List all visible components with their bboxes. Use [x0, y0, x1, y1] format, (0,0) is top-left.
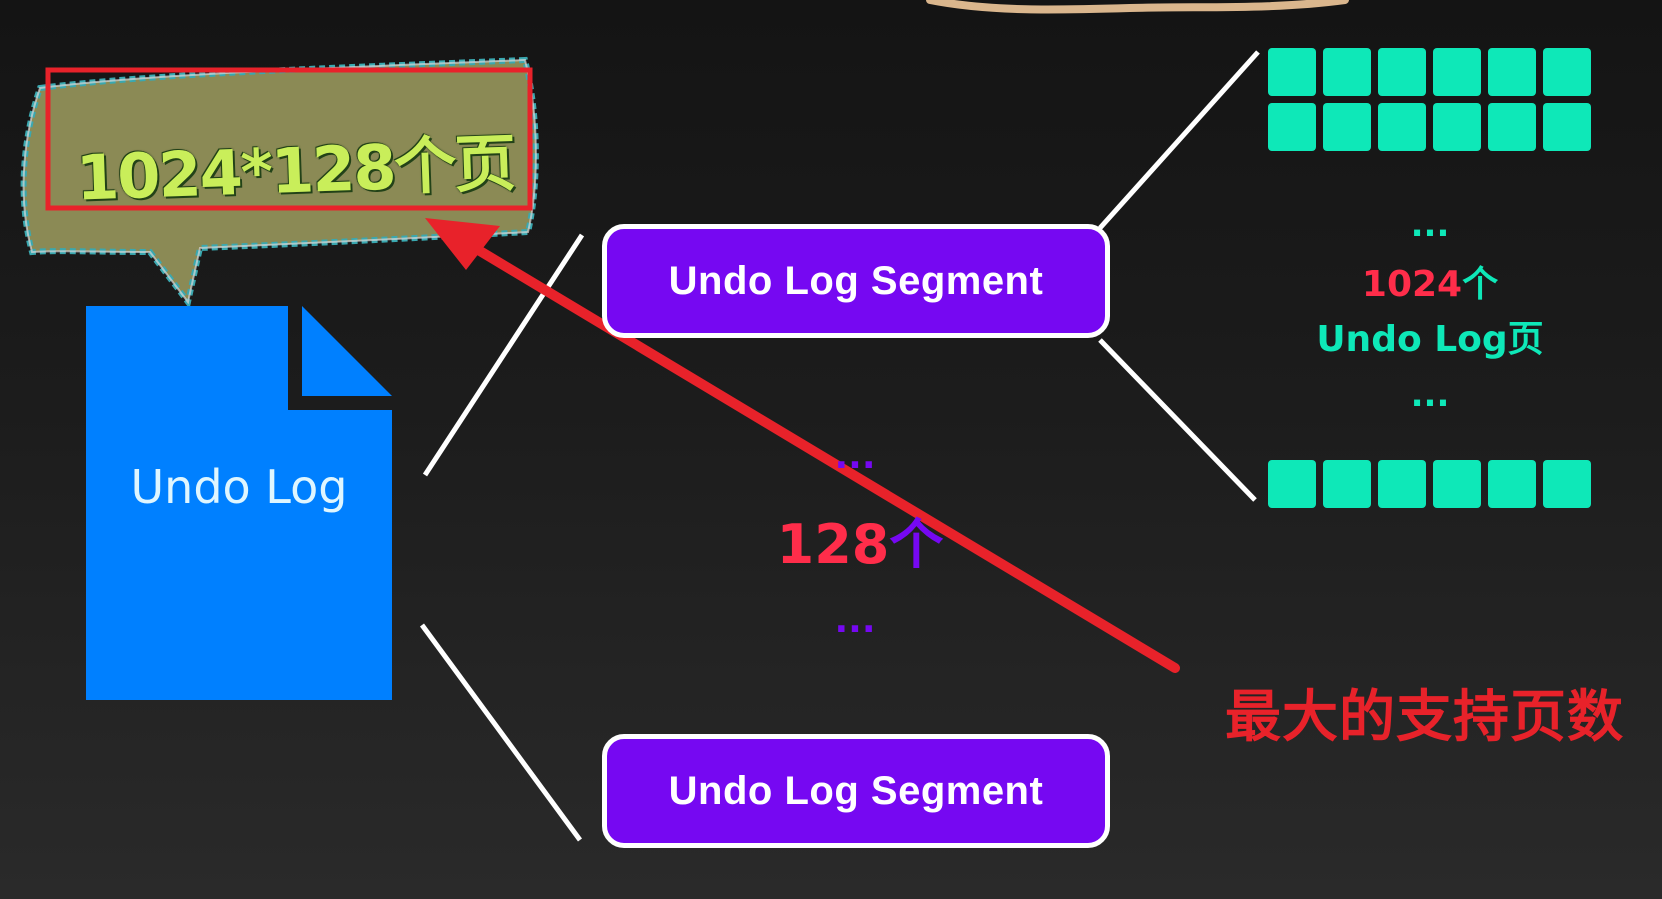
undo-log-segment-top: Undo Log Segment [602, 224, 1110, 338]
annotation-text: 最大的支持页数 [1225, 685, 1624, 750]
page-block [1433, 48, 1481, 96]
page-block [1268, 103, 1316, 151]
segment-bottom-label: Undo Log Segment [668, 768, 1044, 813]
segment-top-label: Undo Log Segment [668, 258, 1044, 303]
page-block [1323, 48, 1371, 96]
page-block [1323, 460, 1371, 508]
page-block [1543, 48, 1591, 96]
pages-count-number: 1024 [1361, 264, 1463, 305]
page-grid-top [1268, 48, 1591, 151]
page-block [1543, 460, 1591, 508]
pages-count-unit: 个 [1462, 264, 1499, 305]
page-block [1488, 460, 1536, 508]
page-block [1433, 460, 1481, 508]
document-fold [302, 306, 392, 396]
top-scribble-decoration [926, 0, 1349, 14]
page-block [1543, 103, 1591, 151]
segment-count-unit: 个 [889, 513, 944, 576]
page-block [1378, 48, 1426, 96]
segment-count: 128个 [760, 500, 960, 579]
page-block [1378, 460, 1426, 508]
page-block [1378, 103, 1426, 151]
pages-description: Undo Log页 [1316, 319, 1544, 360]
page-block [1488, 48, 1536, 96]
document-label: Undo Log [130, 460, 348, 514]
page-block [1488, 103, 1536, 151]
page-block [1268, 460, 1316, 508]
connector-segment-to-top-pages [1098, 50, 1260, 230]
connector-doc-to-top-segment [422, 233, 585, 477]
segment-count-number: 128 [776, 513, 890, 576]
bubble-text: 1024*128个页 [74, 126, 516, 215]
connector-doc-to-bottom-segment [419, 623, 583, 842]
pages-count: 1024个 [1300, 255, 1560, 307]
page-grid-bottom [1268, 460, 1591, 508]
pages-ellipsis-bottom: ... [1410, 375, 1450, 415]
pages-ellipsis-top: ... [1410, 205, 1450, 245]
undo-log-segment-bottom: Undo Log Segment [602, 734, 1110, 848]
connector-segment-to-bottom-pages [1098, 338, 1257, 502]
page-block [1323, 103, 1371, 151]
red-arrow-head [425, 218, 500, 270]
page-block [1268, 48, 1316, 96]
segment-ellipsis-top: ... [834, 436, 876, 477]
segment-ellipsis-bottom: ... [834, 600, 876, 641]
page-block [1433, 103, 1481, 151]
